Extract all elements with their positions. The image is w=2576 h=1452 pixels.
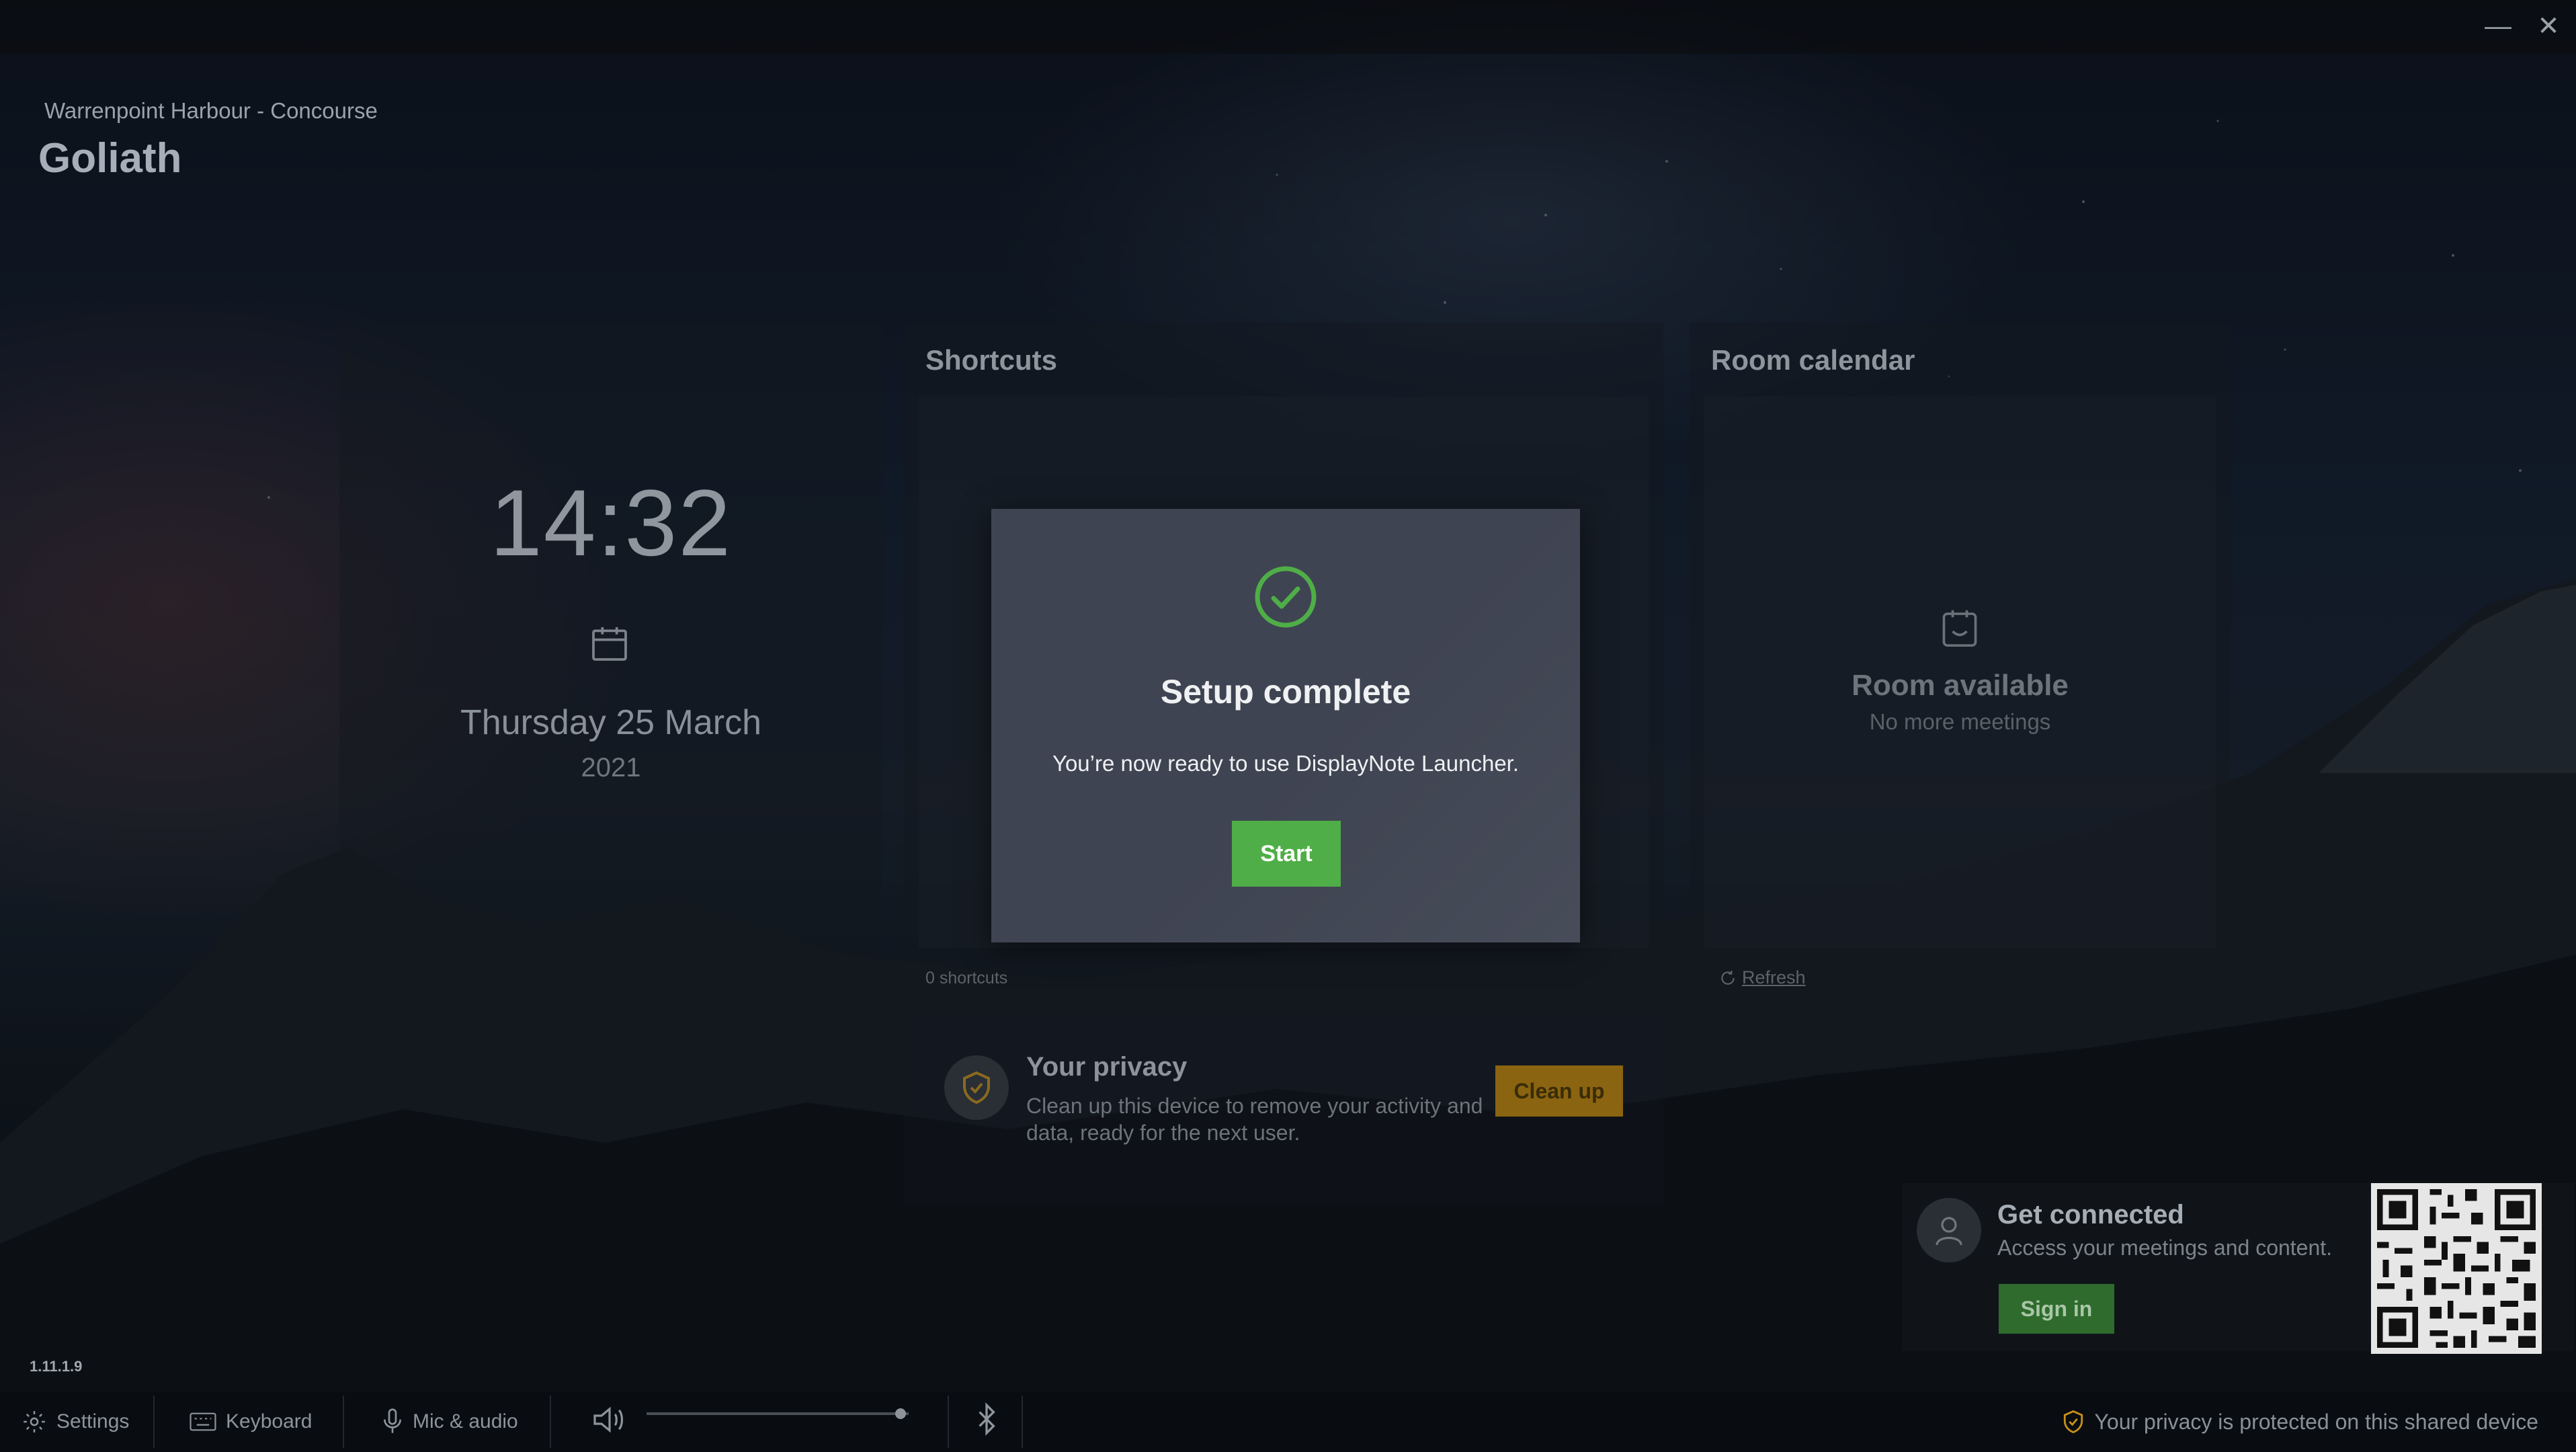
start-button[interactable]: Start — [1232, 821, 1341, 887]
privacy-description: Clean up this device to remove your acti… — [1026, 1094, 1483, 1145]
refresh-label: Refresh — [1742, 967, 1806, 987]
clock-year: 2021 — [581, 753, 641, 782]
room-location: Warrenpoint Harbour - Concourse — [44, 98, 378, 123]
user-icon — [1936, 1217, 1962, 1246]
room-name: Goliath — [38, 135, 182, 182]
qr-code[interactable] — [2371, 1183, 2542, 1354]
privacy-icon-badge — [944, 1055, 1009, 1120]
dialog-title: Setup complete — [1160, 673, 1411, 711]
refresh-icon — [1721, 970, 1735, 985]
sign-in-button[interactable]: Sign in — [1999, 1284, 2114, 1334]
privacy-notice: Your privacy is protected on this shared… — [2062, 1392, 2538, 1452]
bottom-bar-divider — [948, 1396, 949, 1448]
shield-check-icon — [2064, 1410, 2083, 1434]
privacy-notice-text: Your privacy is protected on this shared… — [2094, 1409, 2538, 1434]
privacy-card: Your privacy Clean up this device to rem… — [904, 1015, 1663, 1203]
bottom-bar-divider — [153, 1396, 155, 1448]
clock-time: 14:32 — [489, 470, 733, 575]
avatar — [1917, 1198, 1981, 1262]
room-meetings-note: No more meetings — [1869, 709, 2051, 734]
close-button[interactable]: ✕ — [2532, 9, 2565, 43]
room-status: Room available — [1852, 669, 2069, 702]
bottom-bar-divider — [343, 1396, 344, 1448]
minimize-icon: — — [2485, 11, 2511, 41]
keyboard-icon — [190, 1412, 216, 1431]
volume-slider-track[interactable] — [647, 1412, 909, 1415]
room-calendar-panel: Room calendar Room available No more mee… — [1690, 323, 2231, 1008]
calendar-icon — [592, 627, 627, 661]
room-calendar-title: Room calendar — [1711, 344, 1915, 376]
version-label: 1.11.1.9 — [30, 1358, 83, 1375]
clock-date: Thursday 25 March — [460, 703, 761, 742]
shortcuts-count: 0 shortcuts — [925, 969, 1008, 987]
keyboard-label: Keyboard — [226, 1410, 313, 1433]
bottom-bar-divider — [1022, 1396, 1023, 1448]
bottom-bar-divider — [550, 1396, 551, 1448]
mic-audio-label: Mic & audio — [413, 1410, 518, 1433]
clean-up-button[interactable]: Clean up — [1495, 1065, 1623, 1117]
bluetooth-icon[interactable] — [974, 1402, 999, 1436]
speaker-icon[interactable] — [591, 1405, 628, 1435]
settings-label: Settings — [56, 1410, 130, 1433]
gear-icon — [24, 1411, 45, 1433]
check-circle-icon — [1255, 566, 1317, 628]
close-icon: ✕ — [2537, 11, 2560, 41]
shortcuts-title: Shortcuts — [925, 344, 1058, 376]
microphone-icon — [384, 1408, 401, 1433]
settings-button[interactable]: Settings — [22, 1392, 129, 1452]
dialog-message: You’re now ready to use DisplayNote Laun… — [1052, 751, 1520, 776]
mic-audio-button[interactable]: Mic & audio — [382, 1392, 518, 1452]
keyboard-button[interactable]: Keyboard — [190, 1392, 312, 1452]
calendar-smile-icon — [1942, 610, 1977, 647]
shield-check-icon — [963, 1071, 990, 1104]
clock-panel: 14:32 Thursday 25 March 2021 — [339, 323, 882, 1008]
setup-complete-dialog: Setup complete You’re now ready to use D… — [991, 509, 1580, 942]
get-connected-title: Get connected — [1997, 1200, 2184, 1229]
privacy-title: Your privacy — [1026, 1052, 1188, 1082]
minimize-button[interactable]: — — [2481, 9, 2515, 43]
window-titlebar: — ✕ — [0, 0, 2576, 54]
refresh-link[interactable]: Refresh — [1719, 967, 1806, 988]
get-connected-description: Access your meetings and content. — [1997, 1236, 2333, 1260]
